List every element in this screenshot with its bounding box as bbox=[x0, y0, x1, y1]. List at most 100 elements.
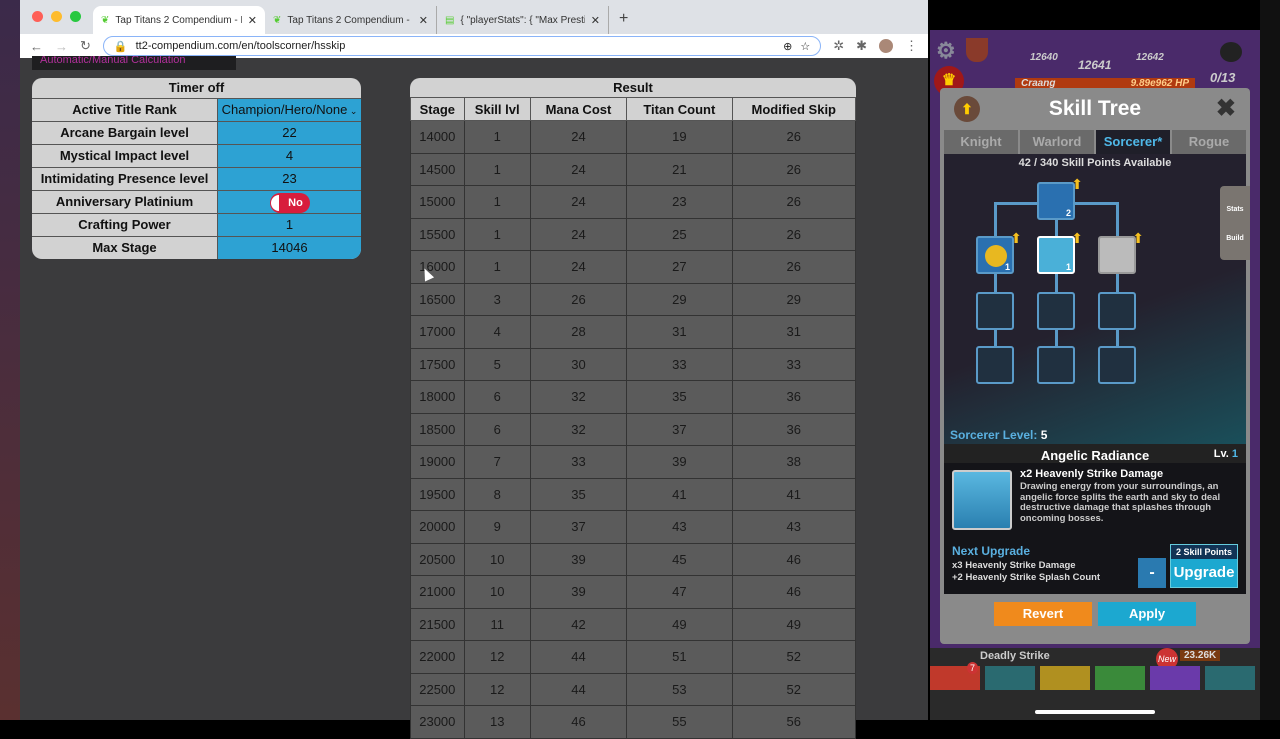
close-tab-icon[interactable]: ✕ bbox=[591, 14, 600, 27]
table-cell: 18000 bbox=[410, 380, 465, 414]
puzzle-icon[interactable]: ✱ bbox=[856, 38, 867, 54]
upgrade-arrow-icon: ⬆ bbox=[1010, 230, 1022, 246]
settings-gear-icon[interactable]: ⚙ bbox=[936, 38, 956, 64]
url-text: tt2-compendium.com/en/toolscorner/hsskip bbox=[135, 40, 346, 52]
setting-value[interactable]: 23 bbox=[218, 168, 361, 190]
setting-row: Max Stage 14046 bbox=[32, 236, 361, 259]
table-cell: 15000 bbox=[410, 185, 465, 219]
skill-node-angelic-radiance[interactable]: 1 ⬆ bbox=[1037, 230, 1083, 274]
heroes-tab[interactable] bbox=[985, 666, 1035, 690]
gold-cost[interactable]: 23.26K bbox=[1180, 650, 1221, 661]
table-cell: 7 bbox=[463, 445, 531, 479]
demon-icon[interactable] bbox=[1220, 42, 1242, 62]
url-input[interactable]: 🔒 tt2-compendium.com/en/toolscorner/hssk… bbox=[102, 36, 822, 56]
table-cell: 46 bbox=[731, 542, 857, 576]
skill-node[interactable] bbox=[1098, 292, 1136, 330]
table-row: 18500 6 32 37 36 bbox=[410, 412, 857, 446]
skill-name: Angelic Radiance bbox=[944, 444, 1246, 463]
browser-tab[interactable]: ❦ Tap Titans 2 Compendium - Heavenly Stri… bbox=[93, 6, 265, 34]
class-tab[interactable]: Rogue bbox=[1172, 130, 1246, 154]
browser-tab[interactable]: ❦ Tap Titans 2 Compendium - Equipment ✕ bbox=[265, 6, 437, 34]
revert-button[interactable]: Revert bbox=[994, 602, 1092, 626]
table-cell: 21 bbox=[626, 152, 733, 186]
stats-button[interactable]: Stats bbox=[1220, 186, 1250, 213]
apply-button[interactable]: Apply bbox=[1098, 602, 1196, 626]
table-cell: 16500 bbox=[410, 282, 465, 316]
table-cell: 14500 bbox=[410, 152, 465, 186]
star-icon[interactable]: ☆ bbox=[800, 40, 810, 53]
setting-label: Crafting Power bbox=[32, 214, 218, 236]
table-cell: 26 bbox=[731, 217, 857, 251]
sword-tab[interactable]: 7 bbox=[930, 662, 980, 690]
artifacts-tab[interactable] bbox=[1150, 666, 1200, 690]
menu-icon[interactable]: ⋮ bbox=[905, 38, 918, 54]
setting-value[interactable]: 4 bbox=[218, 145, 361, 167]
reload-icon[interactable]: ↻ bbox=[80, 38, 91, 54]
close-window-button[interactable] bbox=[32, 11, 43, 22]
setting-value[interactable]: No bbox=[218, 191, 361, 213]
forward-icon[interactable]: → bbox=[55, 39, 68, 54]
close-tab-icon[interactable]: ✕ bbox=[419, 14, 428, 27]
extension-icon[interactable]: ✲ bbox=[833, 38, 844, 54]
table-cell: 24 bbox=[529, 185, 628, 219]
address-bar-row: ← → ↻ 🔒 tt2-compendium.com/en/toolscorne… bbox=[20, 34, 928, 58]
browser-tab[interactable]: ▤ { "playerStats": { "Max Prestige ✕ bbox=[437, 6, 609, 34]
browser-window: ❦ Tap Titans 2 Compendium - Heavenly Stri… bbox=[0, 0, 928, 739]
skill-node[interactable] bbox=[976, 292, 1014, 330]
skill-node-locked[interactable]: ⬆ bbox=[1098, 230, 1144, 274]
setting-value[interactable]: 1 bbox=[218, 214, 361, 236]
shop-tab[interactable] bbox=[1205, 666, 1255, 690]
table-row: 14500 1 24 21 26 bbox=[410, 152, 857, 186]
table-cell: 38 bbox=[731, 445, 857, 479]
back-icon[interactable]: ← bbox=[30, 39, 43, 54]
next-stage: 12642 bbox=[1136, 52, 1164, 63]
setting-value[interactable]: 22 bbox=[218, 122, 361, 144]
maximize-window-button[interactable] bbox=[70, 11, 81, 22]
calculation-mode-label[interactable]: Automatic/Manual Calculation bbox=[32, 56, 236, 70]
class-tab[interactable]: Knight bbox=[944, 130, 1018, 154]
upgrade-button[interactable]: 2 Skill Points Upgrade bbox=[1170, 544, 1238, 588]
close-icon[interactable]: ✖ bbox=[1216, 94, 1236, 123]
setting-value[interactable]: Champion/Hero/None ⌄ bbox=[218, 99, 361, 121]
zoom-icon[interactable]: ⊕ bbox=[783, 40, 792, 53]
upgrade-arrow-icon: ⬆ bbox=[1071, 230, 1083, 246]
table-row: 21500 11 42 49 49 bbox=[410, 607, 857, 641]
setting-value[interactable]: 14046 bbox=[218, 237, 361, 259]
pets-tab[interactable] bbox=[1095, 666, 1145, 690]
decrease-button[interactable]: - bbox=[1138, 558, 1166, 588]
skill-node[interactable] bbox=[1037, 292, 1075, 330]
new-tab-button[interactable]: + bbox=[609, 10, 638, 34]
avatar[interactable] bbox=[879, 39, 893, 53]
toggle-switch[interactable]: No bbox=[269, 193, 310, 213]
table-cell: 45 bbox=[626, 542, 733, 576]
table-cell: 43 bbox=[731, 510, 857, 544]
skill-book-icon[interactable]: ⬆ bbox=[954, 96, 980, 122]
table-row: 14000 1 24 19 26 bbox=[410, 120, 857, 154]
table-cell: 52 bbox=[731, 672, 857, 706]
class-tab[interactable]: Sorcerer* bbox=[1096, 130, 1170, 154]
minimize-window-button[interactable] bbox=[51, 11, 62, 22]
table-row: 18000 6 32 35 36 bbox=[410, 380, 857, 414]
skill-node-coin[interactable]: 1 ⬆ bbox=[976, 230, 1022, 274]
next-upgrade-line: +2 Heavenly Strike Splash Count bbox=[952, 572, 1101, 583]
skill-detail: Angelic Radiance Lv. 1 x2 Heavenly Strik… bbox=[944, 444, 1246, 594]
clan-shield-icon[interactable] bbox=[966, 38, 988, 62]
table-cell: 1 bbox=[463, 152, 531, 186]
build-button[interactable]: Build bbox=[1220, 213, 1250, 242]
table-cell: 37 bbox=[626, 412, 733, 446]
class-tab[interactable]: Warlord bbox=[1020, 130, 1094, 154]
skill-node[interactable] bbox=[1037, 346, 1075, 384]
table-cell: 33 bbox=[626, 347, 733, 381]
skill-node[interactable] bbox=[976, 346, 1014, 384]
skill-node[interactable] bbox=[1098, 346, 1136, 384]
table-cell: 46 bbox=[731, 575, 857, 609]
skill-node-mana-potion[interactable]: 2 ⬆ bbox=[1037, 176, 1083, 220]
table-cell: 21000 bbox=[410, 575, 465, 609]
table-cell: 1 bbox=[463, 217, 531, 251]
table-cell: 33 bbox=[529, 445, 628, 479]
table-cell: 53 bbox=[626, 672, 733, 706]
equipment-tab[interactable] bbox=[1040, 666, 1090, 690]
home-indicator bbox=[1035, 710, 1155, 714]
table-cell: 9 bbox=[463, 510, 531, 544]
close-tab-icon[interactable]: ✕ bbox=[248, 14, 257, 27]
